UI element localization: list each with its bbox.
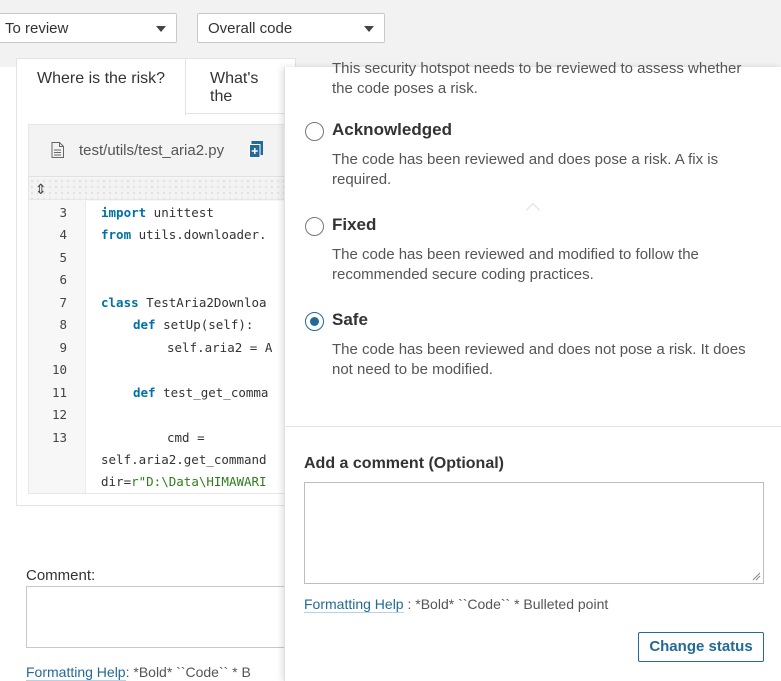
- option-description: The code has been reviewed and modified …: [332, 246, 699, 283]
- option-title: Fixed: [332, 215, 377, 234]
- line-number: 6: [59, 272, 67, 287]
- line-number: 5: [59, 250, 67, 265]
- line-number: 11: [51, 385, 67, 400]
- code-keyword: def: [133, 317, 156, 332]
- status-filter-select[interactable]: To review: [0, 13, 177, 43]
- formatting-help-link[interactable]: Formatting Help: [304, 596, 404, 613]
- code-line: from utils.downloader.: [101, 227, 267, 242]
- code-line: cmd =: [167, 430, 205, 445]
- line-number: 3: [59, 205, 67, 220]
- code-string: r"D:\Data\HIMAWARI: [131, 474, 267, 489]
- option-description: The code has been reviewed and does not …: [332, 341, 746, 378]
- option-title: Acknowledged: [332, 120, 452, 139]
- radio-button-selected[interactable]: [305, 312, 324, 331]
- comment-label: Comment:: [26, 567, 96, 584]
- line-number: 7: [59, 295, 67, 310]
- option-title: Safe: [332, 310, 368, 329]
- scope-filter-value: Overall code: [208, 20, 293, 37]
- code-line: def setUp(self):: [133, 317, 253, 332]
- file-icon: [51, 142, 64, 158]
- code-keyword: class: [101, 295, 139, 310]
- code-text: dir=: [101, 474, 132, 489]
- chevron-down-icon: [364, 26, 374, 32]
- chevron-down-icon: [156, 26, 166, 32]
- scope-filter-select[interactable]: Overall code: [197, 13, 385, 43]
- code-keyword: from: [101, 227, 132, 242]
- code-line: class TestAria2Downloa: [101, 295, 267, 310]
- line-number: 8: [59, 317, 67, 332]
- formatting-help-row: Formatting Help: *Bold* ``Code`` * B: [26, 664, 251, 681]
- radio-button[interactable]: [305, 122, 324, 141]
- code-text: self.aria2 = A: [167, 340, 273, 355]
- line-number: 9: [59, 340, 67, 355]
- resize-handle-icon[interactable]: [751, 571, 761, 581]
- option-description: The code has been reviewed and does pose…: [332, 151, 719, 188]
- hotspot-details-panel: Where is the risk? What's the test/utils…: [16, 58, 297, 506]
- code-line: self.aria2 = A: [167, 340, 272, 355]
- code-line-wrap: self.aria2.get_command: [101, 452, 267, 467]
- formatting-help-row: Formatting Help : *Bold* ``Code`` * Bull…: [304, 596, 609, 613]
- code-line: def test_get_comma: [133, 385, 268, 400]
- tab-whats-the-risk[interactable]: What's the: [190, 59, 297, 114]
- code-text: utils.downloader.: [131, 227, 267, 242]
- formatting-hints: : *Bold* ``Code`` * B: [125, 664, 251, 680]
- code-text: cmd =: [167, 430, 205, 445]
- file-path: test/utils/test_aria2.py: [79, 142, 225, 159]
- expand-lines-bar[interactable]: ⇕: [29, 178, 285, 200]
- change-status-button[interactable]: Change status: [638, 632, 764, 662]
- review-comment-textarea[interactable]: [304, 482, 764, 584]
- hotspot-tabs: Where is the risk? What's the: [17, 59, 297, 115]
- chevron-up-icon: [525, 202, 541, 218]
- review-intro-text: This security hotspot needs to be review…: [332, 60, 742, 97]
- formatting-help-link[interactable]: Formatting Help: [26, 664, 126, 681]
- line-number: 12: [51, 407, 67, 422]
- code-line-wrap: dir=r"D:\Data\HIMAWARI: [101, 474, 267, 489]
- code-viewer: test/utils/test_aria2.py ⇕ 3 import unit…: [28, 124, 286, 494]
- radio-button[interactable]: [305, 217, 324, 236]
- code-text: test_get_comma: [155, 385, 269, 400]
- file-header: test/utils/test_aria2.py: [29, 125, 285, 177]
- code-keyword: import: [101, 205, 147, 220]
- line-number: 13: [51, 430, 67, 445]
- code-text: unittest: [146, 205, 214, 220]
- add-comment-label: Add a comment (Optional): [304, 455, 504, 472]
- line-number: 4: [59, 227, 67, 242]
- tab-where-is-the-risk[interactable]: Where is the risk?: [17, 59, 187, 115]
- filter-bar: To review Overall code: [0, 0, 781, 67]
- line-number: 10: [51, 362, 67, 377]
- code-text: setUp(self):: [155, 317, 254, 332]
- code-line: import unittest: [101, 205, 214, 220]
- divider: [285, 426, 781, 427]
- code-lines: 3 import unittest 4 from utils.downloade…: [29, 201, 285, 493]
- formatting-hints: : *Bold* ``Code`` * Bulleted point: [403, 596, 609, 612]
- expand-icon: ⇕: [35, 181, 47, 197]
- code-text: TestAria2Downloa: [138, 295, 267, 310]
- copy-path-icon[interactable]: [249, 141, 263, 158]
- review-status-popup: This security hotspot needs to be review…: [284, 60, 781, 681]
- status-filter-value: To review: [5, 20, 69, 37]
- comment-input[interactable]: [26, 586, 296, 648]
- code-keyword: def: [133, 385, 156, 400]
